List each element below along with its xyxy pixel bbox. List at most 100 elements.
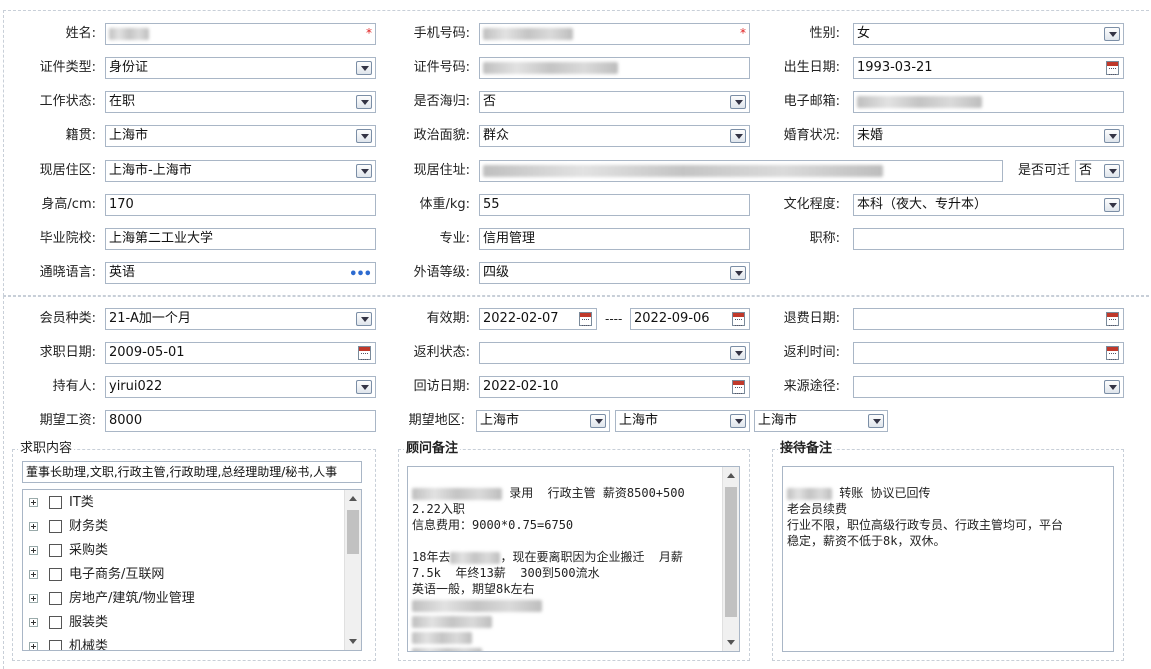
tree-item[interactable]: 房地产/建筑/物业管理 xyxy=(29,588,329,610)
rebate-time-input[interactable] xyxy=(853,342,1124,364)
checkbox[interactable] xyxy=(49,592,62,605)
tree-item[interactable]: 采购类 xyxy=(29,540,329,562)
reception-note-title: 接待备注 xyxy=(778,441,835,457)
idno-input[interactable] xyxy=(479,57,750,79)
education-select[interactable]: 本科（夜大、专升本） xyxy=(853,194,1124,216)
region-select-2[interactable]: 上海市 xyxy=(615,410,750,432)
visit-date-input[interactable]: 2022-02-10 xyxy=(479,376,750,398)
chevron-down-icon[interactable] xyxy=(356,380,372,394)
redacted xyxy=(412,599,542,612)
expand-icon[interactable] xyxy=(29,594,38,603)
residence-select[interactable]: 上海市-上海市 xyxy=(105,160,376,182)
tree-item[interactable]: 电子商务/互联网 xyxy=(29,564,329,586)
scroll-up-icon[interactable] xyxy=(727,473,735,478)
tree-item[interactable]: IT类 xyxy=(29,492,329,514)
calendar-icon[interactable] xyxy=(1106,61,1119,75)
chevron-down-icon[interactable] xyxy=(730,346,746,360)
foreign-level-select[interactable]: 四级 xyxy=(479,262,750,284)
chevron-down-icon[interactable] xyxy=(730,266,746,280)
chevron-down-icon[interactable] xyxy=(356,164,372,178)
checkbox[interactable] xyxy=(49,496,62,509)
tree-scrollbar[interactable] xyxy=(344,490,361,650)
calendar-icon[interactable] xyxy=(1106,346,1119,360)
chevron-down-icon[interactable] xyxy=(730,95,746,109)
chevron-down-icon[interactable] xyxy=(730,129,746,143)
tree-item[interactable]: 机械类 xyxy=(29,636,329,650)
address-input[interactable] xyxy=(479,160,1003,182)
major-input[interactable]: 信用管理 xyxy=(479,228,750,250)
job-category-tree[interactable]: IT类 财务类 采购类 电子商务/互联网 房地产/建筑/物业管理 服装类 机械类 xyxy=(22,489,362,651)
name-input[interactable]: * xyxy=(105,23,376,45)
birth-date-input[interactable]: 1993-03-21 xyxy=(853,57,1124,79)
chevron-down-icon[interactable] xyxy=(356,129,372,143)
expand-icon[interactable] xyxy=(29,498,38,507)
checkbox[interactable] xyxy=(49,520,62,533)
chevron-down-icon[interactable] xyxy=(1104,27,1120,41)
expand-icon[interactable] xyxy=(29,570,38,579)
political-select[interactable]: 群众 xyxy=(479,125,750,147)
rebate-status-label: 返利状态: xyxy=(413,345,470,360)
height-input[interactable]: 170 xyxy=(105,194,376,216)
checkbox[interactable] xyxy=(49,616,62,629)
email-input[interactable] xyxy=(853,91,1124,113)
scroll-thumb[interactable] xyxy=(347,510,359,554)
advisor-scrollbar[interactable] xyxy=(722,467,739,651)
chevron-down-icon[interactable] xyxy=(868,414,884,428)
salary-input[interactable]: 8000 xyxy=(105,410,376,432)
chevron-down-icon[interactable] xyxy=(1104,164,1120,178)
chevron-down-icon[interactable] xyxy=(730,414,746,428)
school-input[interactable]: 上海第二工业大学 xyxy=(105,228,376,250)
scroll-down-icon[interactable] xyxy=(727,640,735,645)
scroll-down-icon[interactable] xyxy=(349,639,357,644)
idtype-select[interactable]: 身份证 xyxy=(105,57,376,79)
more-options-icon[interactable]: ••• xyxy=(349,265,372,283)
native-select[interactable]: 上海市 xyxy=(105,125,376,147)
valid-to-input[interactable]: 2022-09-06 xyxy=(630,308,750,330)
reception-note-textarea[interactable]: 转账 协议已回传 老会员续费 行业不限，职位高级行政专员、行政主管均可，平台 稳定，薪… xyxy=(782,466,1114,652)
valid-from-input[interactable]: 2022-02-07 xyxy=(479,308,597,330)
scroll-thumb[interactable] xyxy=(725,487,737,617)
scroll-up-icon[interactable] xyxy=(349,496,357,501)
calendar-icon[interactable] xyxy=(732,312,745,326)
holder-select[interactable]: yirui022 xyxy=(105,376,376,398)
expand-icon[interactable] xyxy=(29,642,38,650)
calendar-icon[interactable] xyxy=(358,346,371,360)
foreign-level-value: 四级 xyxy=(483,265,510,280)
checkbox[interactable] xyxy=(49,640,62,650)
chevron-down-icon[interactable] xyxy=(1104,129,1120,143)
jobdate-input[interactable]: 2009-05-01 xyxy=(105,342,376,364)
source-select[interactable] xyxy=(853,376,1124,398)
phone-input[interactable]: * xyxy=(479,23,750,45)
chevron-down-icon[interactable] xyxy=(356,312,372,326)
refund-date-input[interactable] xyxy=(853,308,1124,330)
expand-icon[interactable] xyxy=(29,618,38,627)
calendar-icon[interactable] xyxy=(732,380,745,394)
language-input[interactable]: 英语 ••• xyxy=(105,262,376,284)
expand-icon[interactable] xyxy=(29,522,38,531)
weight-input[interactable]: 55 xyxy=(479,194,750,216)
marital-select[interactable]: 未婚 xyxy=(853,125,1124,147)
chevron-down-icon[interactable] xyxy=(1104,380,1120,394)
workstatus-select[interactable]: 在职 xyxy=(105,91,376,113)
relocate-select[interactable]: 否 xyxy=(1075,160,1124,182)
tree-item[interactable]: 财务类 xyxy=(29,516,329,538)
expand-icon[interactable] xyxy=(29,546,38,555)
job-selected-input[interactable]: 董事长助理,文职,行政主管,行政助理,总经理助理/秘书,人事 xyxy=(22,461,362,483)
calendar-icon[interactable] xyxy=(579,312,592,326)
calendar-icon[interactable] xyxy=(1106,312,1119,326)
tree-item[interactable]: 服装类 xyxy=(29,612,329,634)
checkbox[interactable] xyxy=(49,568,62,581)
rebate-status-select[interactable] xyxy=(479,342,750,364)
chevron-down-icon[interactable] xyxy=(356,95,372,109)
chevron-down-icon[interactable] xyxy=(1104,198,1120,212)
member-type-select[interactable]: 21-A加一个月 xyxy=(105,308,376,330)
chevron-down-icon[interactable] xyxy=(356,61,372,75)
title-input[interactable] xyxy=(853,228,1124,250)
chevron-down-icon[interactable] xyxy=(590,414,606,428)
returnee-select[interactable]: 否 xyxy=(479,91,750,113)
region-select-1[interactable]: 上海市 xyxy=(476,410,610,432)
checkbox[interactable] xyxy=(49,544,62,557)
gender-select[interactable]: 女 xyxy=(853,23,1124,45)
region-select-3[interactable]: 上海市 xyxy=(754,410,888,432)
advisor-note-textarea[interactable]: 录用 行政主管 薪资8500+500 2.22入职 信息费用：9000*0.75=6… xyxy=(407,466,740,652)
